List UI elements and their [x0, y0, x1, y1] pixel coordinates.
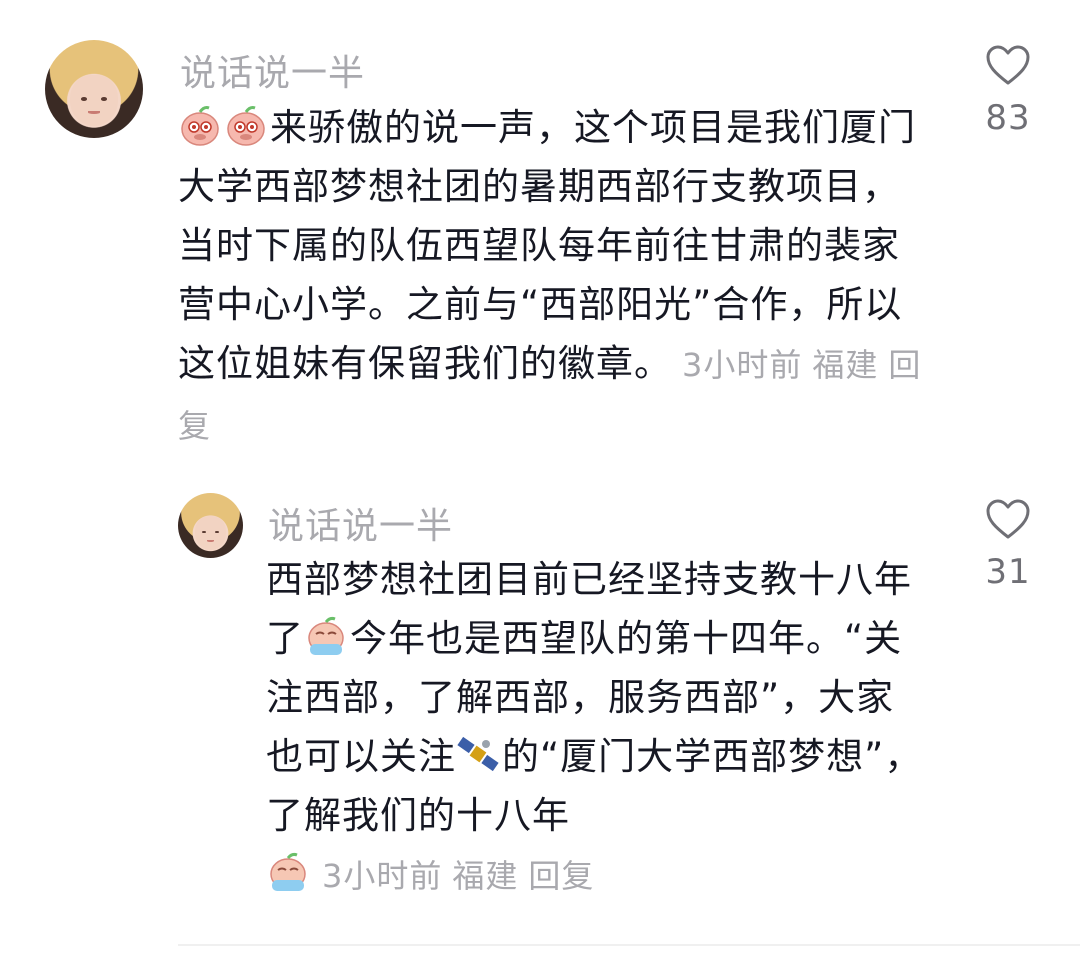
crying-peach-icon — [178, 103, 222, 147]
comment-time: 3小时前 — [322, 857, 443, 895]
heart-icon[interactable] — [985, 498, 1031, 540]
satellite-icon — [456, 732, 500, 776]
like-count: 83 — [985, 98, 1031, 138]
comment-meta: 3小时前 福建 回复 — [322, 857, 604, 895]
comment-time: 3小时前 — [682, 346, 803, 384]
reply-button[interactable]: 回复 — [528, 857, 594, 895]
crying-peach-icon — [266, 850, 310, 894]
comment-location: 福建 — [812, 346, 879, 384]
divider — [178, 944, 1080, 946]
avatar[interactable] — [45, 40, 143, 138]
comment-text: 西部梦想社团目前已经坚持支教十八年了 今年也是西望队的第十四年。“关注西部，了解… — [266, 550, 926, 906]
comment-body: 来骄傲的说一声，这个项目是我们厦门大学西部梦想社团的暑期西部行支教项目，当时下属… — [178, 106, 916, 385]
like-button[interactable]: 83 — [973, 44, 1043, 138]
heart-icon[interactable] — [985, 44, 1031, 86]
crying-peach-icon — [224, 103, 268, 147]
like-button[interactable]: 31 — [973, 498, 1043, 592]
comment-username[interactable]: 说话说一半 — [180, 44, 365, 96]
avatar[interactable] — [178, 493, 243, 558]
comment-username[interactable]: 说话说一半 — [268, 497, 453, 549]
comment-location: 福建 — [452, 857, 519, 895]
like-count: 31 — [985, 552, 1031, 592]
comment-text: 来骄傲的说一声，这个项目是我们厦门大学西部梦想社团的暑期西部行支教项目，当时下属… — [178, 98, 928, 456]
crying-peach-icon — [304, 614, 348, 658]
